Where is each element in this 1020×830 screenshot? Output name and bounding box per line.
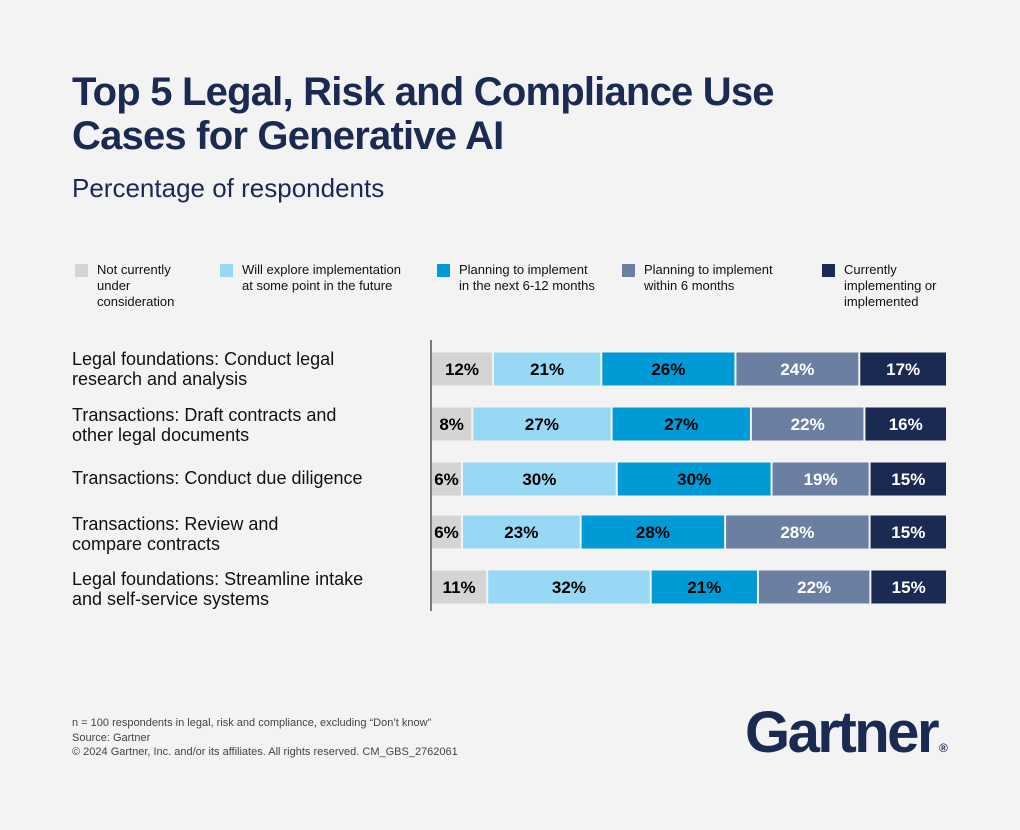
- bar-data-label: 12%: [445, 360, 479, 379]
- bar-data-label: 30%: [522, 470, 556, 489]
- footnote-source: Source: Gartner: [72, 731, 151, 744]
- bar-data-label: 32%: [552, 578, 586, 597]
- bar-data-label: 28%: [636, 523, 670, 542]
- bar-data-label: 17%: [886, 360, 920, 379]
- bar-data-label: 27%: [664, 415, 698, 434]
- bar-data-label: 19%: [804, 470, 838, 489]
- bar-data-label: 11%: [443, 578, 476, 597]
- bar-data-label: 16%: [889, 415, 923, 434]
- bar-data-label: 24%: [780, 360, 814, 379]
- bar-data-label: 22%: [797, 578, 831, 597]
- bars-group: 12% 21% 26% 24% 17% 8% 27% 27% 22% 16% 6% 30% 30% 19%…: [432, 352, 946, 604]
- bar-data-label: 6%: [434, 523, 459, 542]
- bar-data-label: 6%: [434, 470, 459, 489]
- footnote-sample: n = 100 respondents in legal, risk and c…: [72, 717, 432, 729]
- bar-data-label: 28%: [780, 523, 814, 542]
- logo-text: Gartner: [745, 700, 940, 765]
- bar-data-label: 23%: [504, 523, 538, 542]
- bar-data-label: 15%: [891, 470, 925, 489]
- bar-data-label: 21%: [687, 578, 721, 597]
- bar-data-label: 22%: [791, 415, 825, 434]
- footer: n = 100 respondents in legal, risk and c…: [72, 716, 458, 760]
- bar-data-label: 30%: [677, 470, 711, 489]
- bar-data-label: 15%: [891, 523, 925, 542]
- bar-data-label: 8%: [439, 415, 464, 434]
- bar-data-label: 26%: [651, 360, 685, 379]
- bar-data-label: 27%: [525, 415, 559, 434]
- registered-mark-icon: ®: [939, 741, 948, 755]
- bar-data-label: 21%: [530, 360, 564, 379]
- gartner-logo: Gartner ®: [745, 698, 948, 783]
- footnote-copyright: © 2024 Gartner, Inc. and/or its affiliat…: [72, 746, 458, 758]
- bar-data-label: 15%: [892, 578, 926, 597]
